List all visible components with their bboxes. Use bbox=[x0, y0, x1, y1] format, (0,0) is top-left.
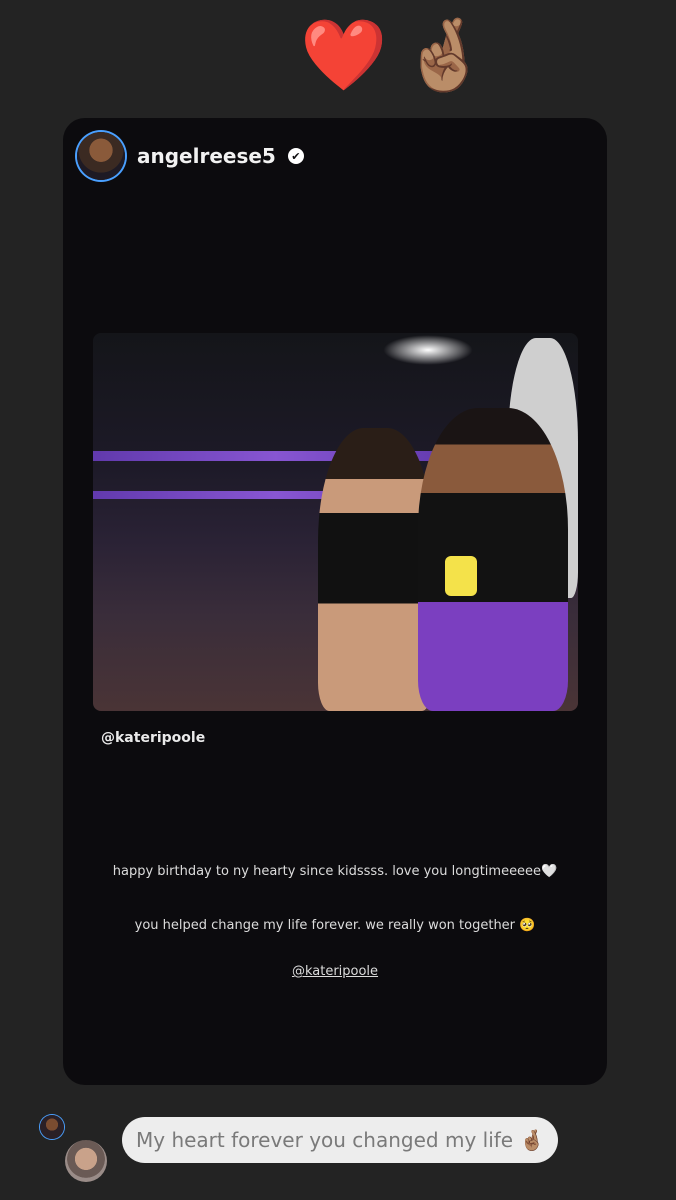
photo-mention-tag[interactable]: @kateripoole bbox=[101, 730, 205, 746]
story-owner-avatar bbox=[40, 1115, 64, 1139]
story-photo[interactable] bbox=[93, 333, 578, 711]
arena-light bbox=[383, 335, 473, 365]
fingers-crossed-emoji: 🤞🏽 bbox=[401, 14, 489, 96]
reply-row: My heart forever you changed my life 🤞🏽 bbox=[0, 1110, 676, 1200]
yellow-phone bbox=[445, 556, 477, 596]
sender-avatar bbox=[65, 1140, 107, 1182]
story-author[interactable]: angelreese5 ✔ bbox=[77, 132, 304, 180]
player-left bbox=[318, 428, 433, 711]
reply-message-bubble[interactable]: My heart forever you changed my life 🤞🏽 bbox=[122, 1117, 559, 1163]
reaction-emojis: ❤️ 🤞🏽 bbox=[300, 10, 488, 100]
verified-badge-icon: ✔ bbox=[287, 148, 304, 164]
caption-line-1: happy birthday to ny hearty since kidsss… bbox=[112, 864, 558, 879]
author-username[interactable]: angelreese5 bbox=[137, 144, 276, 168]
caption-mention-link[interactable]: @kateripoole bbox=[63, 964, 607, 979]
player-right bbox=[418, 408, 568, 711]
author-avatar[interactable] bbox=[77, 132, 125, 180]
heart-emoji: ❤️ bbox=[300, 14, 388, 96]
caption-line-2: you helped change my life forever. we re… bbox=[134, 918, 536, 933]
shared-story-card[interactable]: angelreese5 ✔ @kateripoole happy birthda… bbox=[63, 118, 607, 1085]
